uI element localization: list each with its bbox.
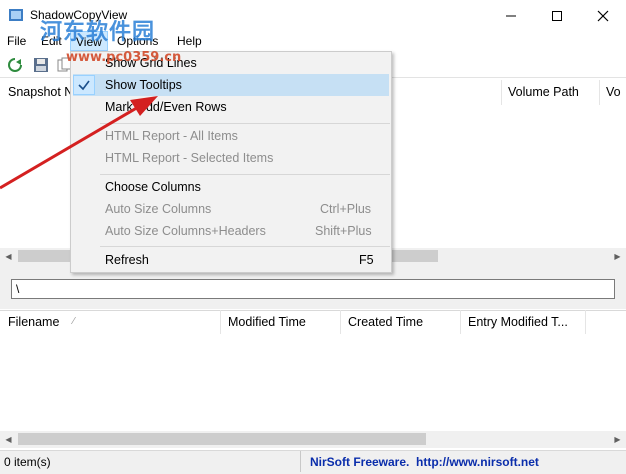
- annotation-arrow-icon: [0, 96, 158, 190]
- watermark-url-text: www.pc0359.cn: [66, 50, 182, 65]
- watermark-logo-text: 河东软件园: [40, 20, 156, 45]
